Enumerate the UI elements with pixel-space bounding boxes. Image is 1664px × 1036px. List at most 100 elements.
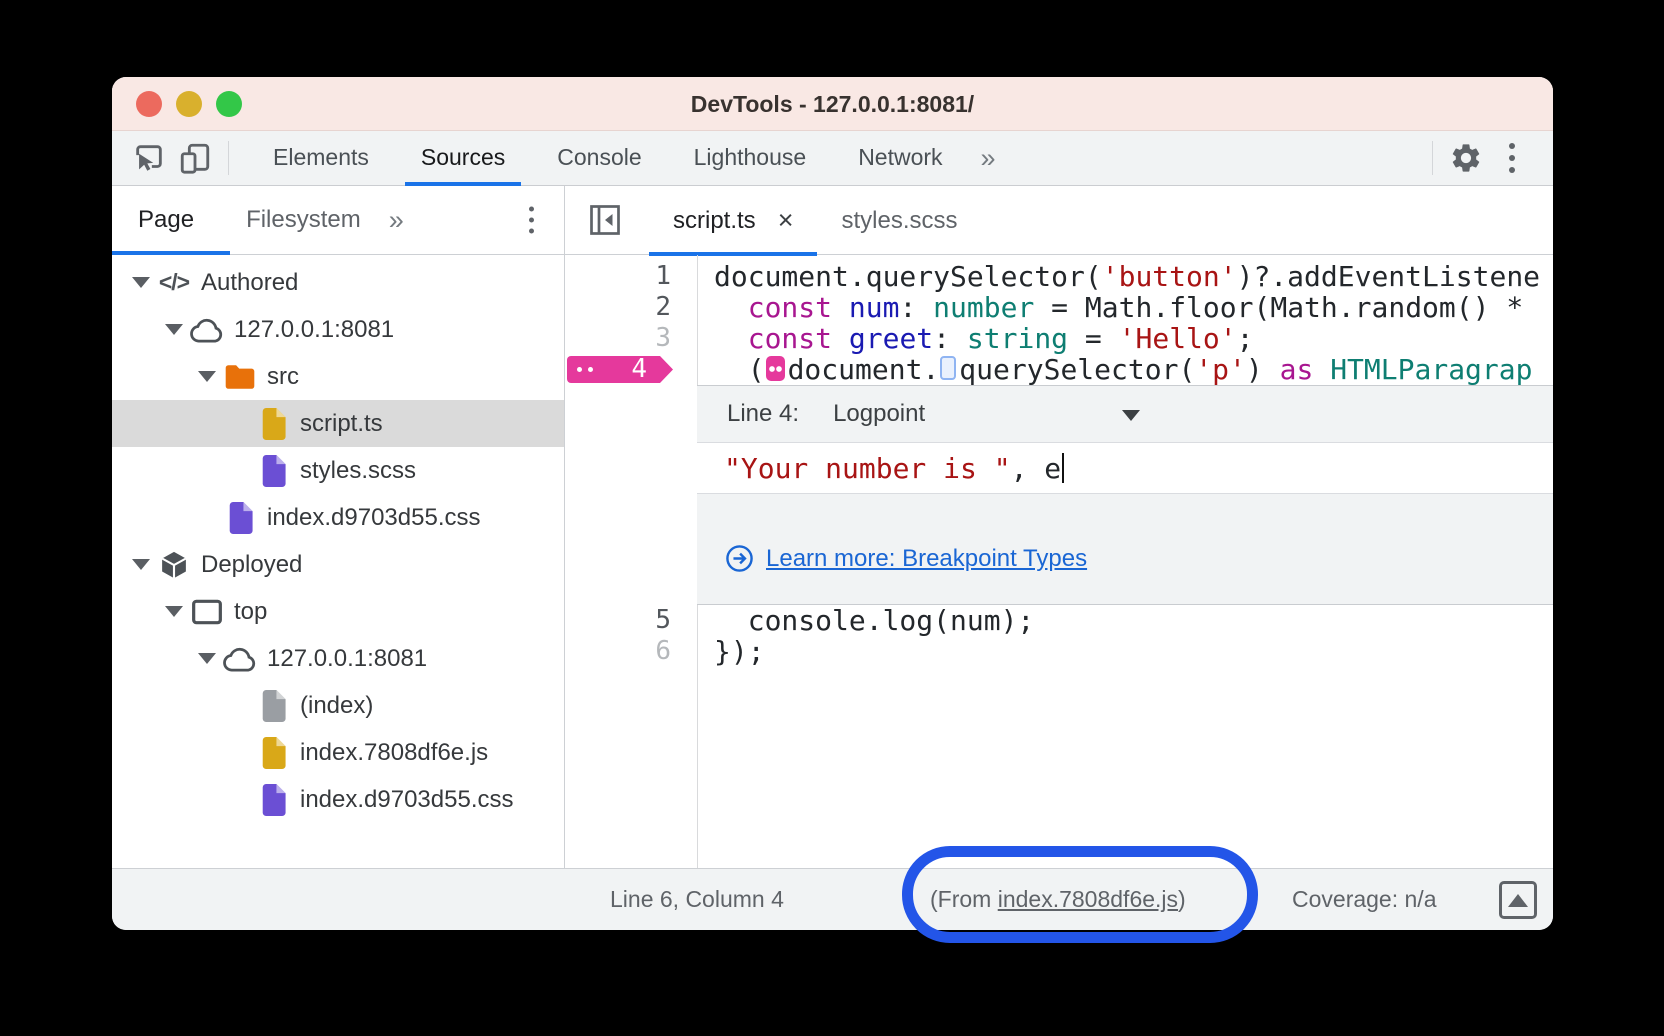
line-number[interactable]: 5 (565, 605, 697, 636)
file-scss-icon (253, 455, 293, 487)
more-panels-icon[interactable]: » (969, 143, 1008, 174)
tree-expand-caret-icon[interactable] (128, 559, 154, 570)
tree-item-127.0.0.1-8081[interactable]: 127.0.0.1:8081 (112, 306, 564, 353)
code-line-2: 2 const num: number = Math.floor(Math.ra… (565, 292, 1553, 323)
minimize-window-button[interactable] (176, 91, 202, 117)
code-text: (document.querySelector('p') as HTMLPara… (697, 354, 1532, 385)
line-number[interactable]: 2 (565, 292, 697, 323)
learn-more-row: Learn more: Breakpoint Types (697, 544, 1553, 573)
device-toolbar-icon[interactable] (172, 135, 218, 181)
tree-item-label: index.d9703d55.css (267, 504, 481, 532)
code-text: }); (697, 636, 765, 667)
source-map-file-link[interactable]: index.7808df6e.js (998, 886, 1178, 912)
line-number[interactable]: 1 (565, 261, 697, 292)
tab-console[interactable]: Console (531, 131, 667, 186)
tree-item-label: 127.0.0.1:8081 (234, 316, 394, 344)
folder-icon (220, 364, 260, 390)
toolbar-divider (228, 141, 229, 175)
tree-item-label: src (267, 363, 299, 391)
file-css-icon (220, 502, 260, 534)
tree-item-top[interactable]: top (112, 588, 564, 635)
active-tab-underline (112, 251, 230, 255)
close-window-button[interactable] (136, 91, 162, 117)
editor-tab-styles.scss[interactable]: styles.scss (817, 186, 981, 255)
tab-filesystem[interactable]: Filesystem (246, 206, 361, 234)
tree-item-styles.scss[interactable]: styles.scss (112, 447, 564, 494)
logpoint-expression-input[interactable]: "Your number is ", e (697, 442, 1553, 494)
tree-item-index.d9703d55.css[interactable]: index.d9703d55.css (112, 494, 564, 541)
inline-logpoint-marker-icon[interactable] (766, 356, 785, 381)
code-line-3: 3 const greet: string = 'Hello'; (565, 323, 1553, 354)
tab-elements[interactable]: Elements (247, 131, 395, 186)
editor-tab-script.ts[interactable]: script.ts × (649, 186, 817, 255)
frame-icon (187, 598, 227, 626)
line-number[interactable]: 4 (565, 354, 697, 385)
settings-gear-icon[interactable] (1443, 135, 1489, 181)
tree-item-script.ts[interactable]: script.ts (112, 400, 564, 447)
tree-item-src[interactable]: src (112, 353, 564, 400)
code-line-1: 1document.querySelector('button')?.addEv… (565, 261, 1553, 292)
tree-item-label: top (234, 598, 267, 626)
tree-expand-caret-icon[interactable] (161, 606, 187, 617)
tree-expand-caret-icon[interactable] (161, 324, 187, 335)
tree-expand-caret-icon[interactable] (194, 653, 220, 664)
sidebar-kebab-menu-icon[interactable] (529, 207, 534, 234)
tree-expand-caret-icon[interactable] (128, 277, 154, 288)
logpoint-panel-body: Line 4: Logpoint "Your number is ", e (697, 385, 1553, 605)
logpoint-badge-icon[interactable]: 4 (567, 356, 673, 383)
tree-item-index.d9703d55.css[interactable]: index.d9703d55.css (112, 776, 564, 823)
inspect-element-icon[interactable] (126, 135, 172, 181)
zoom-window-button[interactable] (216, 91, 242, 117)
source-mapped-from-label: (From index.7808df6e.js) (930, 869, 1186, 930)
line-number[interactable]: 6 (565, 636, 697, 667)
tree-item--index-[interactable]: (index) (112, 682, 564, 729)
logpoint-expression: "Your number is ", e (724, 452, 1061, 485)
tab-lighthouse[interactable]: Lighthouse (668, 131, 833, 186)
code-text: const greet: string = 'Hello'; (697, 323, 1254, 354)
window-title: DevTools - 127.0.0.1:8081/ (112, 77, 1553, 131)
learn-more-link[interactable]: Learn more: Breakpoint Types (766, 545, 1087, 573)
coverage-label: Coverage: n/a (1292, 869, 1436, 930)
code-text: const num: number = Math.floor(Math.rand… (697, 292, 1540, 323)
tree-expand-caret-icon[interactable] (194, 371, 220, 382)
file-js-icon (253, 737, 293, 769)
tab-sources[interactable]: Sources (395, 131, 531, 186)
traffic-lights (136, 77, 242, 131)
expand-drawer-icon[interactable] (1499, 881, 1537, 919)
tree-item-label: Authored (201, 269, 298, 297)
tree-item-label: Deployed (201, 551, 302, 579)
tree-item-label: 127.0.0.1:8081 (267, 645, 427, 673)
tree-item-index.7808df6e.js[interactable]: index.7808df6e.js (112, 729, 564, 776)
tree-item-label: script.ts (300, 410, 383, 438)
code-line-5: 5 console.log(num); (565, 605, 1553, 636)
tree-item-deployed[interactable]: Deployed (112, 541, 564, 588)
inline-breakpoint-candidate-icon[interactable] (940, 356, 956, 380)
line-number[interactable]: 3 (565, 323, 697, 354)
close-tab-icon[interactable]: × (778, 205, 794, 236)
toggle-navigator-icon[interactable] (587, 202, 623, 238)
sidebar-tabbar: Page Filesystem » (112, 186, 564, 255)
tab-network[interactable]: Network (832, 131, 968, 186)
tab-page[interactable]: Page (138, 206, 194, 234)
content-area: Page Filesystem » </> Authored 127.0.0.1:8… (112, 186, 1553, 868)
editor-tabs: script.ts × styles.scss (649, 186, 981, 254)
code-editor[interactable]: 1document.querySelector('button')?.addEv… (565, 255, 1553, 868)
code-icon: </> (154, 269, 194, 296)
kebab-menu-icon[interactable] (1489, 135, 1535, 181)
breakpoint-type-dropdown-icon[interactable] (1122, 410, 1140, 421)
breakpoint-type-select[interactable]: Logpoint (833, 400, 925, 428)
code-lines-top: 1document.querySelector('button')?.addEv… (565, 261, 1553, 385)
tree-item-label: (index) (300, 692, 373, 720)
code-line-4: 4 (document.querySelector('p') as HTMLPa… (565, 354, 1553, 385)
cube-icon (154, 550, 194, 580)
more-sidebar-tabs-icon[interactable]: » (389, 205, 404, 236)
cloud-icon (220, 645, 260, 673)
tree-item-label: styles.scss (300, 457, 416, 485)
logpoint-line-label: Line 4: (727, 400, 799, 428)
tree-item-127.0.0.1-8081[interactable]: 127.0.0.1:8081 (112, 635, 564, 682)
toolbar-right-divider (1432, 141, 1433, 175)
cursor-position-label: Line 6, Column 4 (610, 869, 784, 930)
devtools-window: DevTools - 127.0.0.1:8081/ ElementsSourc… (112, 77, 1553, 930)
editor-tab-label: script.ts (673, 207, 756, 235)
tree-item-authored[interactable]: </> Authored (112, 259, 564, 306)
